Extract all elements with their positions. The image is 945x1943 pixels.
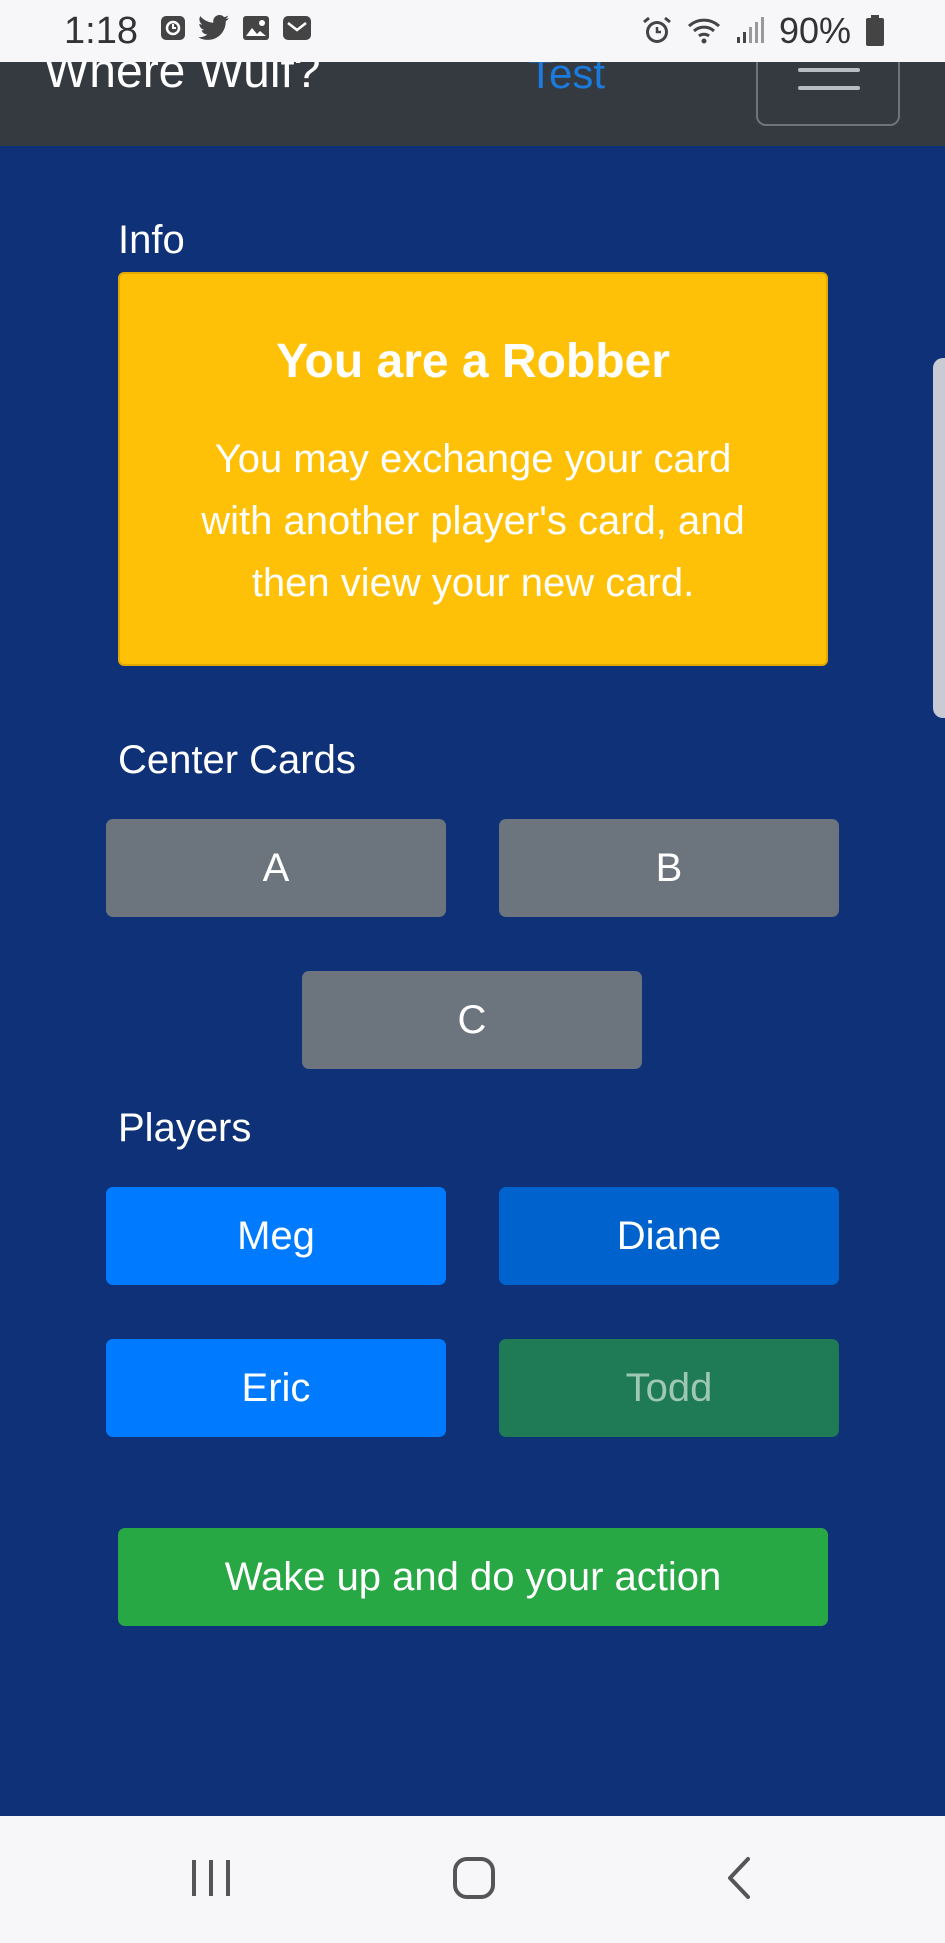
- role-description: You may exchange your card with another …: [201, 437, 745, 605]
- status-icons-left: [160, 14, 312, 42]
- navbar-brand[interactable]: Where Wulf?: [44, 62, 321, 99]
- system-navigation-bar: [0, 1816, 945, 1943]
- players-label: Players: [118, 1106, 252, 1150]
- player-eric-button[interactable]: Eric: [106, 1339, 446, 1437]
- center-card-a-button[interactable]: A: [106, 819, 446, 917]
- recent-apps-icon[interactable]: [190, 1856, 234, 1905]
- menu-toggle-button[interactable]: [756, 62, 900, 126]
- role-title: You are a Robber: [276, 335, 670, 388]
- navbar-link[interactable]: Test: [528, 62, 605, 98]
- scroll-indicator[interactable]: [933, 358, 945, 718]
- twitter-icon: [198, 14, 230, 42]
- status-icons-right: 90%: [641, 10, 885, 52]
- mail-icon: [282, 15, 312, 41]
- role-info-card: You are a Robber You may exchange your c…: [118, 272, 828, 666]
- hamburger-icon: [798, 68, 860, 72]
- navbar: Where Wulf? Test: [0, 62, 945, 146]
- center-card-c-button[interactable]: C: [302, 971, 642, 1069]
- battery-icon: [865, 15, 885, 47]
- wake-up-action-button[interactable]: Wake up and do your action: [118, 1528, 828, 1626]
- signal-icon: [735, 17, 765, 45]
- alarm-icon: [641, 15, 673, 47]
- info-label: Info: [118, 218, 185, 262]
- center-cards-label: Center Cards: [118, 738, 356, 782]
- status-bar: 1:18 90%: [0, 0, 945, 62]
- screenshot-icon: [160, 15, 186, 41]
- status-time: 1:18: [64, 10, 138, 52]
- player-todd-button[interactable]: Todd: [499, 1339, 839, 1437]
- center-card-b-button[interactable]: B: [499, 819, 839, 917]
- wifi-icon: [687, 17, 721, 45]
- back-icon[interactable]: [724, 1856, 754, 1905]
- gallery-icon: [242, 15, 270, 41]
- battery-percent: 90%: [778, 10, 851, 51]
- player-meg-button[interactable]: Meg: [106, 1187, 446, 1285]
- home-icon[interactable]: [452, 1856, 496, 1905]
- hamburger-icon-bar: [798, 86, 860, 90]
- player-diane-button[interactable]: Diane: [499, 1187, 839, 1285]
